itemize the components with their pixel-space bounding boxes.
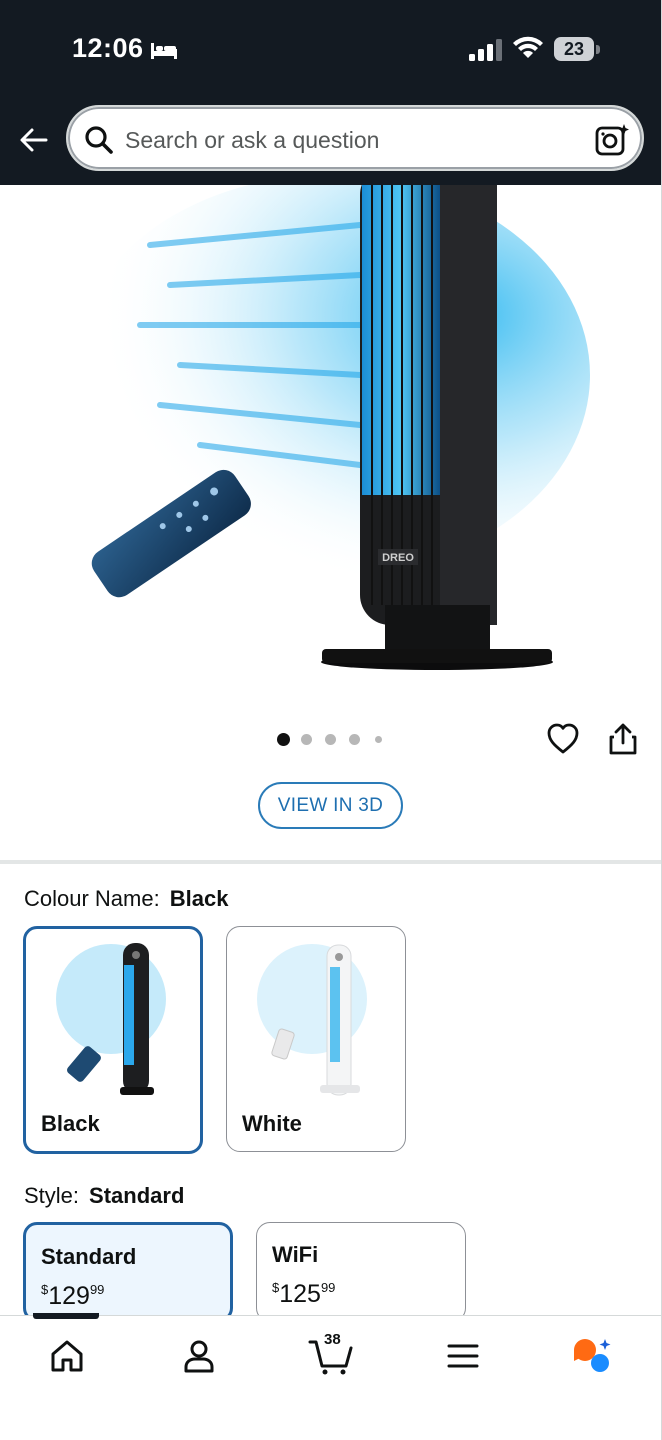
- pagination-dot-1[interactable]: [277, 733, 290, 746]
- brand-mark: DREO: [382, 552, 414, 564]
- product-photo: DREO: [70, 185, 590, 670]
- arrow-left-icon[interactable]: [16, 122, 52, 158]
- account-icon[interactable]: [179, 1336, 219, 1376]
- colour-option-label: Black: [41, 1111, 100, 1136]
- section-divider: [0, 860, 662, 864]
- colour-option-white[interactable]: White: [226, 926, 406, 1152]
- pagination-dot-2[interactable]: [301, 734, 312, 745]
- view-in-3d-button[interactable]: VIEW IN 3D: [258, 782, 403, 829]
- status-bar: 12:06 23: [0, 0, 662, 100]
- battery-icon: 23: [554, 37, 594, 61]
- style-option-wifi[interactable]: WiFi $12599: [256, 1222, 466, 1322]
- cart-count-badge: 38: [324, 1331, 341, 1348]
- app-header: 12:06 23 Search or ask a question: [0, 0, 662, 185]
- style-option-price: $12599: [272, 1280, 336, 1308]
- bottom-navigation: 38: [0, 1313, 662, 1440]
- menu-icon[interactable]: [443, 1336, 483, 1376]
- pagination-dot-3[interactable]: [325, 734, 336, 745]
- share-icon[interactable]: [608, 722, 638, 756]
- style-option-standard[interactable]: Standard $12999: [23, 1222, 233, 1322]
- style-option-name: WiFi: [272, 1242, 319, 1267]
- status-time: 12:06: [72, 33, 144, 63]
- colour-label: Colour Name:: [24, 886, 160, 911]
- style-option-name: Standard: [41, 1244, 137, 1269]
- style-label: Style:: [24, 1183, 80, 1208]
- pagination-dot-5[interactable]: [375, 736, 382, 743]
- colour-label-row: Colour Name: Black: [24, 886, 228, 912]
- heart-icon[interactable]: [546, 722, 580, 756]
- rufus-assistant-icon[interactable]: [572, 1336, 612, 1376]
- camera-lens-icon[interactable]: [594, 122, 630, 158]
- colour-option-black[interactable]: Black: [23, 926, 203, 1154]
- signal-icon: [469, 39, 502, 61]
- colour-option-label: White: [242, 1111, 302, 1136]
- wifi-icon: [513, 36, 543, 58]
- home-icon[interactable]: [47, 1336, 87, 1376]
- search-input[interactable]: Search or ask a question: [125, 127, 379, 154]
- pagination-dot-4[interactable]: [349, 734, 360, 745]
- battery-tip: [596, 45, 600, 54]
- active-tab-indicator: [33, 1313, 99, 1319]
- product-image[interactable]: DREO: [0, 185, 662, 705]
- colour-selected-value: Black: [169, 886, 229, 911]
- search-icon: [85, 126, 113, 154]
- search-bar[interactable]: Search or ask a question: [66, 105, 644, 171]
- style-label-row: Style: Standard: [24, 1183, 184, 1209]
- style-option-price: $12999: [41, 1282, 105, 1310]
- style-selected-value: Standard: [89, 1183, 185, 1208]
- bed-icon: [151, 43, 177, 59]
